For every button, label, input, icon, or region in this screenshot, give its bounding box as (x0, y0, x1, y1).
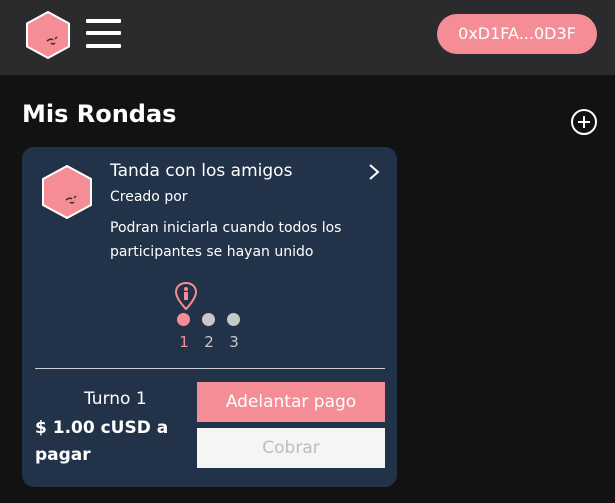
round-title: Tanda con los amigos (110, 161, 293, 181)
add-round-icon[interactable] (570, 108, 598, 136)
advance-payment-button[interactable]: Adelantar pago (197, 382, 385, 422)
wallet-address-button[interactable]: 0xD1FA...0D3F (437, 14, 597, 54)
participant-dot-2 (202, 313, 215, 326)
participant-number-2: 2 (204, 333, 214, 351)
person-marker-icon (175, 282, 197, 310)
round-description: Podran iniciarla cuando todos los partic… (110, 220, 342, 260)
hexagon-logo-icon[interactable] (25, 11, 71, 59)
chevron-right-icon[interactable] (367, 163, 381, 181)
page-title: Mis Rondas (22, 100, 177, 128)
round-created-by: Creado por (110, 189, 188, 205)
participant-dot-3 (227, 313, 240, 326)
participant-number-3: 3 (229, 333, 239, 351)
round-logo-icon (42, 164, 92, 220)
collect-button[interactable]: Cobrar (197, 428, 385, 468)
amount-label: $ 1.00 cUSD a pagar (35, 418, 169, 465)
turn-label: Turno 1 (84, 389, 147, 409)
menu-icon[interactable] (86, 17, 121, 49)
round-card[interactable]: Tanda con los amigos Creado por Podran i… (22, 147, 397, 487)
participant-number-1: 1 (179, 333, 189, 351)
card-divider (35, 368, 385, 369)
participant-dot-1 (177, 313, 190, 326)
top-bar: 0xD1FA...0D3F (0, 0, 615, 75)
